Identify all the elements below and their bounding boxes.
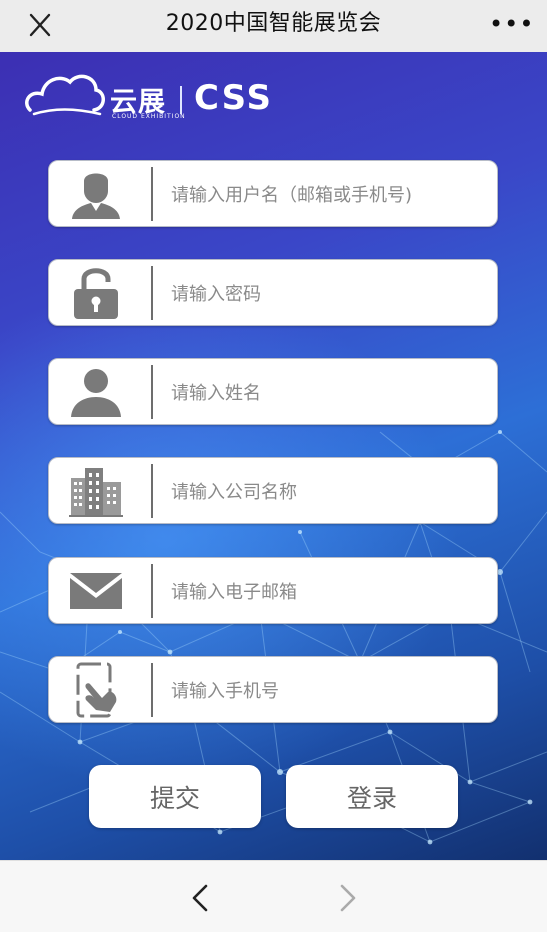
username-field[interactable] [48, 160, 498, 227]
name-field[interactable] [48, 358, 498, 425]
field-separator [151, 564, 153, 618]
name-input[interactable] [169, 367, 488, 419]
phone-input[interactable] [169, 665, 488, 717]
email-input[interactable] [169, 566, 488, 618]
browser-nav-bar [0, 860, 547, 932]
brand-subtitle: CLOUD EXHIBITION [112, 113, 186, 120]
username-input[interactable] [169, 169, 488, 221]
submit-button[interactable]: 提交 [89, 765, 261, 828]
field-separator [151, 365, 153, 419]
field-separator [151, 266, 153, 320]
brand-logo: 云展 CLOUD EXHIBITION CSS [24, 64, 284, 126]
chevron-left-icon [192, 884, 208, 912]
login-panel: 云展 CLOUD EXHIBITION CSS 请输入用户名（邮箱或手机号) 请… [0, 52, 547, 860]
email-field[interactable] [48, 557, 498, 624]
field-separator [151, 464, 153, 518]
password-field[interactable] [48, 259, 498, 326]
user-icon [65, 166, 127, 222]
cloud-logo-icon [25, 74, 105, 116]
envelope-icon [65, 563, 127, 619]
login-button[interactable]: 登录 [286, 765, 458, 828]
field-separator [151, 167, 153, 221]
more-options-button[interactable]: ••• [489, 12, 533, 38]
company-field[interactable] [48, 457, 498, 524]
more-dots-icon: ••• [489, 10, 535, 38]
title-bar: 2020中国智能展览会 ••• [0, 0, 547, 53]
brand-divider [180, 86, 182, 114]
forward-button[interactable] [334, 883, 362, 913]
field-separator [151, 663, 153, 717]
lock-icon [65, 265, 127, 321]
back-button[interactable] [186, 883, 214, 913]
phone-field[interactable] [48, 656, 498, 723]
page-title: 2020中国智能展览会 [165, 11, 382, 36]
building-icon [65, 463, 127, 519]
company-input[interactable] [169, 466, 488, 518]
chevron-right-icon [340, 884, 356, 912]
brand-name-en: CSS [194, 78, 274, 118]
phone-touch-icon [65, 662, 127, 718]
password-input[interactable] [169, 268, 488, 320]
person-icon [65, 364, 127, 420]
